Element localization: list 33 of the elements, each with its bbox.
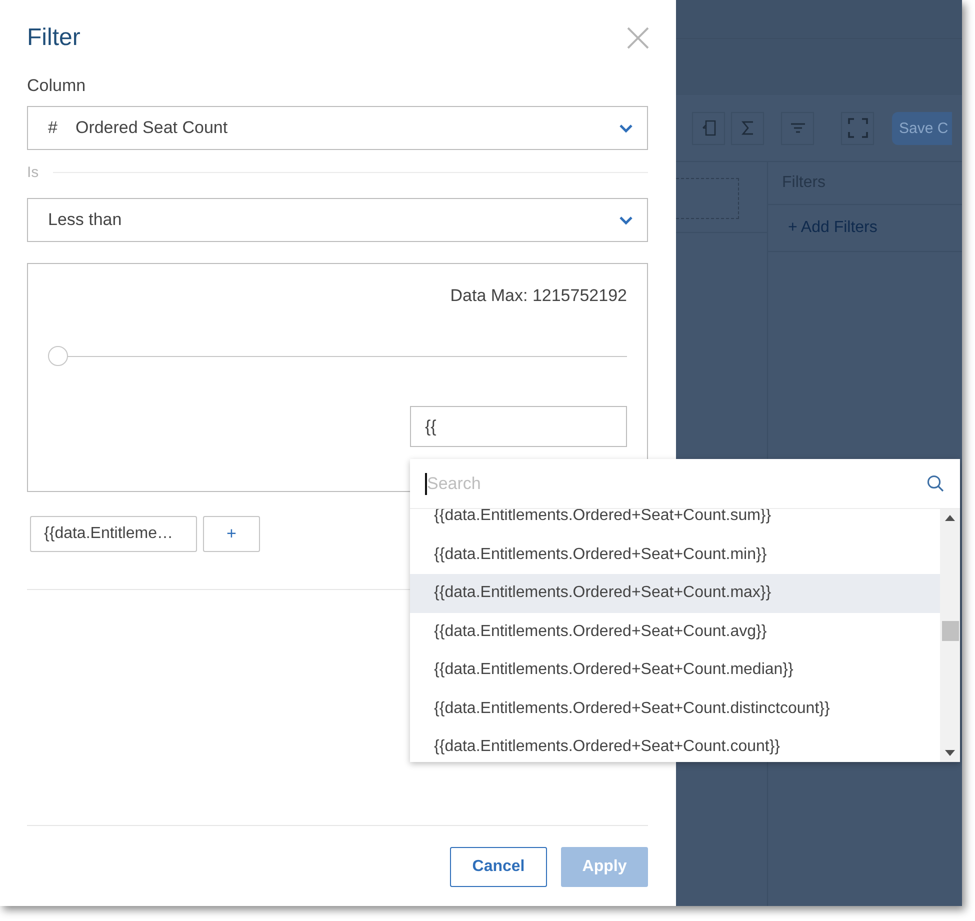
document-icon — [700, 120, 716, 136]
chevron-down-icon — [619, 124, 633, 132]
value-input[interactable]: {{ — [410, 406, 627, 447]
suggestion-item[interactable]: {{data.Entitlements.Ordered+Seat+Count.avg}} — [410, 612, 940, 651]
drop-zone — [676, 178, 739, 219]
select-value: Less than — [48, 210, 123, 230]
toolbar-button[interactable] — [731, 112, 764, 144]
toolbar-button[interactable] — [841, 112, 874, 144]
suggestion-item[interactable]: {{data.Entitlements.Ordered+Seat+Count.count}} — [410, 728, 940, 762]
operator-select[interactable]: Less than — [27, 198, 648, 242]
variable-chip[interactable]: {{data.Entitleme… — [30, 516, 197, 552]
column-label: Column — [27, 76, 87, 96]
toolbar-button[interactable] — [692, 112, 725, 144]
column-select[interactable]: # Ordered Seat Count — [27, 106, 648, 150]
scrollbar-thumb[interactable] — [942, 620, 958, 640]
is-label: Is — [27, 164, 39, 181]
dialog-title: Filter — [27, 24, 80, 52]
suggestion-item[interactable]: {{data.Entitlements.Ordered+Seat+Count.max}} — [410, 574, 940, 612]
sigma-icon — [740, 121, 754, 135]
toolbar-button[interactable] — [781, 112, 814, 144]
cancel-button[interactable]: Cancel — [450, 847, 547, 887]
filter-icon — [790, 122, 806, 134]
select-value: Ordered Seat Count — [75, 118, 229, 138]
number-type-icon: # — [48, 118, 58, 138]
scrollbar[interactable] — [940, 509, 960, 762]
chevron-down-icon — [619, 216, 633, 224]
fullscreen-icon — [848, 118, 868, 138]
slider-thumb[interactable] — [48, 346, 68, 366]
add-button[interactable]: + — [203, 516, 260, 552]
scroll-up-icon[interactable] — [945, 515, 955, 521]
search-icon[interactable] — [927, 475, 944, 492]
scroll-down-icon[interactable] — [945, 750, 955, 756]
data-max-text: Data Max: 1215752192 — [450, 286, 627, 306]
